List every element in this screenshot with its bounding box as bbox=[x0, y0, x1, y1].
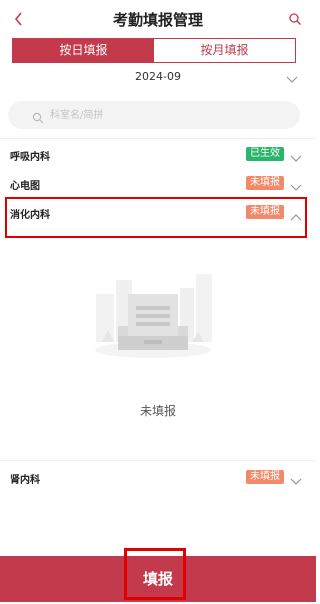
department-name: 心电图 bbox=[10, 181, 40, 192]
divider bbox=[0, 460, 316, 461]
tab-monthly[interactable]: 按月填报 bbox=[154, 39, 295, 62]
highlight-box bbox=[124, 548, 186, 600]
department-name: 呼吸内科 bbox=[10, 152, 50, 163]
mode-tabs: 按日填报 按月填报 bbox=[12, 38, 296, 63]
chevron-down-icon bbox=[290, 178, 302, 191]
chevron-down-icon bbox=[286, 70, 298, 83]
page-title: 考勤填报管理 bbox=[112, 11, 203, 29]
empty-document-icon bbox=[88, 258, 218, 370]
department-row-nephrology[interactable]: 肾内科 未填报 bbox=[0, 463, 316, 491]
department-row-respiratory[interactable]: 呼吸内科 已生效 bbox=[0, 140, 316, 168]
department-name: 肾内科 bbox=[10, 475, 40, 486]
status-badge: 未填报 bbox=[246, 176, 284, 190]
search-icon bbox=[32, 109, 44, 124]
search-bar bbox=[8, 101, 300, 129]
department-row-ecg[interactable]: 心电图 未填报 bbox=[0, 169, 316, 197]
empty-state-text: 未填报 bbox=[139, 404, 176, 418]
month-selector[interactable]: 2024-09 bbox=[0, 66, 316, 90]
tab-daily[interactable]: 按日填报 bbox=[13, 39, 154, 62]
chevron-down-icon bbox=[290, 149, 302, 162]
divider bbox=[0, 138, 316, 139]
search-icon[interactable] bbox=[288, 11, 302, 25]
chevron-down-icon bbox=[290, 472, 302, 485]
header: 考勤填报管理 bbox=[0, 0, 316, 38]
status-badge: 已生效 bbox=[246, 147, 284, 161]
search-input[interactable] bbox=[50, 105, 280, 125]
status-badge: 未填报 bbox=[246, 470, 284, 484]
highlight-box bbox=[5, 197, 307, 238]
month-value: 2024-09 bbox=[135, 70, 181, 83]
